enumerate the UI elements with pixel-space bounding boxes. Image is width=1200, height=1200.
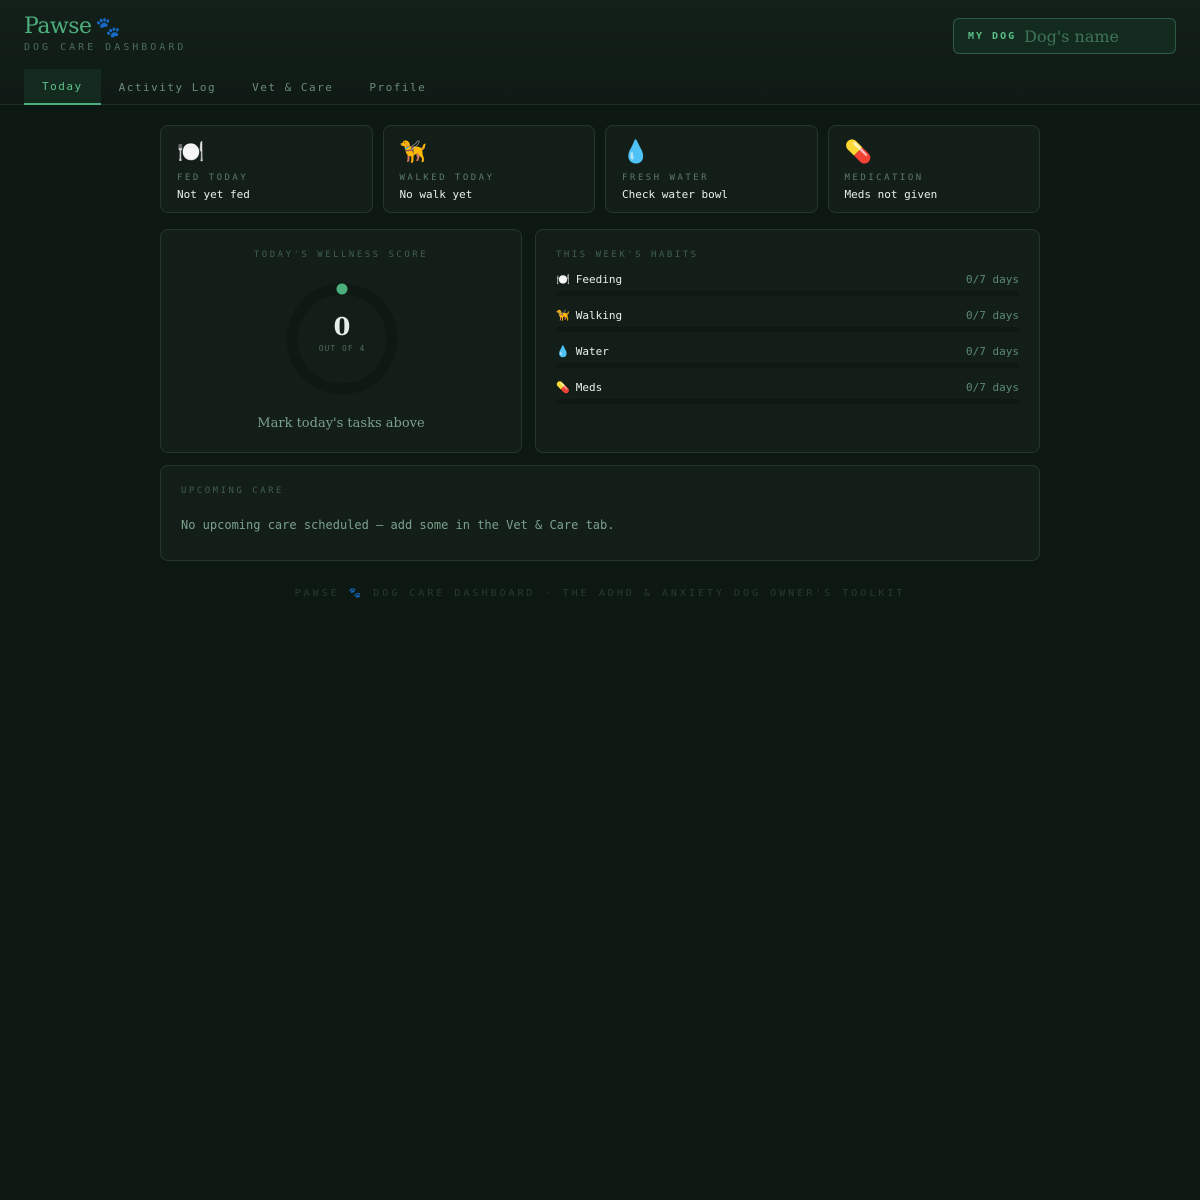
paw-icon: 🐾 [95, 14, 121, 39]
pill-icon: 💊 [556, 381, 570, 394]
tab-vet-care[interactable]: Vet & Care [234, 69, 351, 105]
habit-name: 🦮 Walking [556, 309, 622, 322]
walked-today-card[interactable]: 🦮 WALKED TODAY No walk yet [382, 125, 595, 213]
habit-progress-bar [556, 399, 1019, 404]
habit-water: 💧 Water 0/7 days [556, 345, 1019, 368]
pill-icon: 💊 [844, 140, 872, 165]
app-subtitle: DOG CARE DASHBOARD [24, 42, 187, 53]
status-label: MEDICATION [844, 173, 924, 183]
status-label: FRESH WATER [622, 173, 710, 183]
habit-label: Water [575, 345, 609, 358]
habit-count: 0/7 days [966, 309, 1019, 322]
dog-name-input[interactable] [1024, 26, 1175, 46]
status-value: Check water bowl [622, 188, 728, 201]
water-drop-icon: 💧 [622, 140, 650, 165]
wellness-panel: TODAY'S WELLNESS SCORE 0 OUT OF 4 Mark t… [160, 229, 522, 453]
dog-name-box: MY DOG [953, 18, 1176, 54]
habit-name: 💧 Water [556, 345, 609, 358]
habit-walking: 🦮 Walking 0/7 days [556, 309, 1019, 332]
habit-progress-bar [556, 363, 1019, 368]
ring-start-dot [336, 283, 348, 295]
status-label: WALKED TODAY [399, 173, 495, 183]
medication-card[interactable]: 💊 MEDICATION Meds not given [827, 125, 1040, 213]
status-label: FED TODAY [177, 173, 249, 183]
habit-meds: 💊 Meds 0/7 days [556, 381, 1019, 404]
footer: PAWSE 🐾 DOG CARE DASHBOARD · THE ADHD & … [0, 588, 1200, 599]
wellness-score: 0 [333, 312, 351, 341]
footer-brand: PAWSE [294, 588, 340, 599]
wellness-ring: 0 OUT OF 4 [285, 282, 399, 396]
habit-name: 💊 Meds [556, 381, 602, 394]
status-value: Meds not given [844, 188, 938, 201]
tab-profile[interactable]: Profile [351, 69, 444, 105]
upcoming-message: No upcoming care scheduled — add some in… [181, 518, 615, 532]
habit-feeding: 🍽️ Feeding 0/7 days [556, 273, 1019, 296]
habit-progress-bar [556, 291, 1019, 296]
app-title-text: Pawse [24, 14, 92, 39]
plate-icon: 🍽️ [556, 273, 570, 286]
habit-count: 0/7 days [966, 345, 1019, 358]
wellness-title: TODAY'S WELLNESS SCORE [253, 250, 429, 260]
tab-today[interactable]: Today [24, 69, 101, 105]
fed-today-card[interactable]: 🍽️ FED TODAY Not yet fed [160, 125, 373, 213]
status-value: Not yet fed [177, 188, 250, 201]
guide-dog-icon: 🦮 [399, 140, 427, 165]
main-content: 🍽️ FED TODAY Not yet fed 🦮 WALKED TODAY … [160, 125, 1040, 561]
habits-title: THIS WEEK'S HABITS [556, 250, 699, 260]
habit-name: 🍽️ Feeding [556, 273, 622, 286]
habit-label: Meds [575, 381, 603, 394]
tab-bar: Today Activity Log Vet & Care Profile [24, 69, 444, 105]
habit-label: Feeding [575, 273, 623, 286]
habit-progress-bar [556, 327, 1019, 332]
wellness-message: Mark today's tasks above [257, 416, 425, 431]
upcoming-title: UPCOMING CARE [181, 486, 284, 496]
status-value: No walk yet [399, 188, 473, 201]
habit-label: Walking [575, 309, 623, 322]
middle-row: TODAY'S WELLNESS SCORE 0 OUT OF 4 Mark t… [160, 229, 1040, 453]
guide-dog-icon: 🦮 [556, 309, 570, 322]
app-title: Pawse 🐾 [24, 14, 186, 39]
habit-count: 0/7 days [966, 273, 1019, 286]
status-cards: 🍽️ FED TODAY Not yet fed 🦮 WALKED TODAY … [160, 125, 1040, 213]
brand: Pawse 🐾 DOG CARE DASHBOARD [24, 14, 186, 53]
habits-panel: THIS WEEK'S HABITS 🍽️ Feeding 0/7 days 🦮… [535, 229, 1040, 453]
paw-icon: 🐾 [348, 588, 365, 599]
upcoming-care-panel: UPCOMING CARE No upcoming care scheduled… [160, 465, 1040, 561]
water-drop-icon: 💧 [556, 345, 570, 358]
dog-label: MY DOG [968, 30, 1017, 42]
wellness-out-of: OUT OF 4 [318, 344, 366, 353]
plate-icon: 🍽️ [177, 140, 205, 165]
fresh-water-card[interactable]: 💧 FRESH WATER Check water bowl [605, 125, 818, 213]
habit-count: 0/7 days [966, 381, 1019, 394]
header: Pawse 🐾 DOG CARE DASHBOARD MY DOG Today … [0, 0, 1200, 105]
footer-tagline: DOG CARE DASHBOARD · THE ADHD & ANXIETY … [373, 588, 906, 599]
tab-activity-log[interactable]: Activity Log [101, 69, 234, 105]
